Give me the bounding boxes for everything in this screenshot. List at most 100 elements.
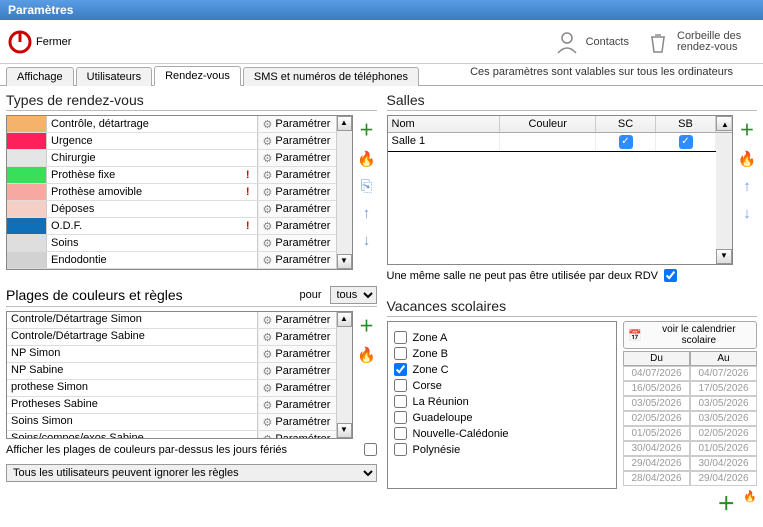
scroll-up-icon[interactable]: ▲: [337, 116, 352, 131]
plages-scrollbar[interactable]: ▲ ▼: [336, 312, 352, 438]
type-row[interactable]: Prothèse fixe!⚙Paramétrer: [7, 167, 336, 184]
salle-sb-checkbox[interactable]: ✓: [656, 133, 716, 151]
zone-item[interactable]: Corse: [394, 379, 611, 392]
param-button[interactable]: ⚙Paramétrer: [258, 380, 336, 396]
param-button[interactable]: ⚙Paramétrer: [258, 329, 336, 345]
type-color-chip[interactable]: [7, 252, 47, 268]
param-button[interactable]: ⚙Paramétrer: [258, 116, 336, 132]
plage-row[interactable]: NP Sabine⚙Paramétrer: [7, 363, 336, 380]
type-row[interactable]: Chirurgie⚙Paramétrer: [7, 150, 336, 167]
types-scrollbar[interactable]: ▲ ▼: [336, 116, 352, 269]
salle-couleur[interactable]: [500, 133, 596, 151]
plage-row[interactable]: Protheses Sabine⚙Paramétrer: [7, 397, 336, 414]
types-up-button[interactable]: ↑: [363, 205, 371, 222]
param-button[interactable]: ⚙Paramétrer: [258, 201, 336, 217]
type-row[interactable]: Soins⚙Paramétrer: [7, 235, 336, 252]
salles-col-sb[interactable]: SB: [656, 116, 716, 132]
date-au-input[interactable]: [690, 471, 757, 486]
type-color-chip[interactable]: [7, 133, 47, 149]
type-row[interactable]: Prothèse amovible!⚙Paramétrer: [7, 184, 336, 201]
plage-row[interactable]: prothese Simon⚙Paramétrer: [7, 380, 336, 397]
vacances-delete-button[interactable]: 🔥: [743, 490, 757, 516]
type-color-chip[interactable]: [7, 235, 47, 251]
param-button[interactable]: ⚙Paramétrer: [258, 431, 336, 439]
date-du-input[interactable]: [623, 441, 690, 456]
param-button[interactable]: ⚙Paramétrer: [258, 312, 336, 328]
plage-row[interactable]: Soins/compos/exos Sabine⚙Paramétrer: [7, 431, 336, 439]
plages-pour-select[interactable]: tous: [330, 286, 377, 304]
zone-item[interactable]: Nouvelle-Calédonie: [394, 427, 611, 440]
param-button[interactable]: ⚙Paramétrer: [258, 235, 336, 251]
zone-checkbox[interactable]: [394, 347, 407, 360]
date-du-input[interactable]: [623, 366, 690, 381]
scroll-down-icon[interactable]: ▼: [716, 249, 732, 264]
date-au-input[interactable]: [690, 441, 757, 456]
param-button[interactable]: ⚙Paramétrer: [258, 252, 336, 268]
calendar-button[interactable]: 📅 voir le calendrier scolaire: [623, 321, 757, 349]
date-au-input[interactable]: [690, 411, 757, 426]
zone-checkbox[interactable]: [394, 411, 407, 424]
type-row[interactable]: Urgence⚙Paramétrer: [7, 133, 336, 150]
salles-note-checkbox[interactable]: [664, 269, 677, 282]
param-button[interactable]: ⚙Paramétrer: [258, 363, 336, 379]
date-du-input[interactable]: [623, 381, 690, 396]
type-row[interactable]: Contrôle, détartrage⚙Paramétrer: [7, 116, 336, 133]
contacts-button[interactable]: Contacts: [546, 29, 637, 55]
type-color-chip[interactable]: [7, 201, 47, 217]
date-du-input[interactable]: [623, 411, 690, 426]
zone-checkbox[interactable]: [394, 331, 407, 344]
zone-item[interactable]: Zone A: [394, 331, 611, 344]
date-au-input[interactable]: [690, 396, 757, 411]
tab-rendez-vous[interactable]: Rendez-vous: [154, 66, 241, 86]
tab-utilisateurs[interactable]: Utilisateurs: [76, 67, 152, 86]
scroll-up-icon[interactable]: ▲: [716, 116, 732, 131]
zone-checkbox[interactable]: [394, 379, 407, 392]
zone-item[interactable]: Guadeloupe: [394, 411, 611, 424]
scroll-up-icon[interactable]: ▲: [337, 312, 352, 327]
param-button[interactable]: ⚙Paramétrer: [258, 397, 336, 413]
plages-rules-select[interactable]: Tous les utilisateurs peuvent ignorer le…: [6, 464, 377, 482]
salles-delete-button[interactable]: 🔥: [738, 150, 757, 168]
zone-item[interactable]: Polynésie: [394, 443, 611, 456]
salles-col-couleur[interactable]: Couleur: [500, 116, 596, 132]
salles-down-button[interactable]: ↓: [743, 205, 751, 222]
plages-feries-checkbox[interactable]: [364, 443, 377, 456]
scroll-down-icon[interactable]: ▼: [337, 254, 352, 269]
date-au-input[interactable]: [690, 456, 757, 471]
type-row[interactable]: Déposes⚙Paramétrer: [7, 201, 336, 218]
param-button[interactable]: ⚙Paramétrer: [258, 218, 336, 234]
type-color-chip[interactable]: [7, 184, 47, 200]
type-color-chip[interactable]: [7, 116, 47, 132]
date-du-input[interactable]: [623, 456, 690, 471]
type-row[interactable]: O.D.F.!⚙Paramétrer: [7, 218, 336, 235]
zone-checkbox[interactable]: [394, 395, 407, 408]
date-au-input[interactable]: [690, 426, 757, 441]
plage-row[interactable]: NP Simon⚙Paramétrer: [7, 346, 336, 363]
date-du-input[interactable]: [623, 471, 690, 486]
date-au-input[interactable]: [690, 366, 757, 381]
param-button[interactable]: ⚙Paramétrer: [258, 150, 336, 166]
zone-item[interactable]: Zone B: [394, 347, 611, 360]
param-button[interactable]: ⚙Paramétrer: [258, 346, 336, 362]
plage-row[interactable]: Soins Simon⚙Paramétrer: [7, 414, 336, 431]
date-du-input[interactable]: [623, 426, 690, 441]
zone-checkbox[interactable]: [394, 363, 407, 376]
type-color-chip[interactable]: [7, 167, 47, 183]
type-color-chip[interactable]: [7, 218, 47, 234]
tab-affichage[interactable]: Affichage: [6, 67, 74, 86]
zone-item[interactable]: La Réunion: [394, 395, 611, 408]
types-delete-button[interactable]: 🔥: [357, 150, 376, 168]
zone-checkbox[interactable]: [394, 443, 407, 456]
param-button[interactable]: ⚙Paramétrer: [258, 167, 336, 183]
vacances-add-button[interactable]: ＋: [717, 490, 735, 516]
plages-add-button[interactable]: ＋: [359, 315, 374, 336]
trash-button[interactable]: Corbeille des rendez-vous: [637, 29, 755, 55]
date-au-input[interactable]: [690, 381, 757, 396]
zone-checkbox[interactable]: [394, 427, 407, 440]
param-button[interactable]: ⚙Paramétrer: [258, 133, 336, 149]
salles-scrollbar[interactable]: ▼: [716, 133, 732, 264]
types-add-button[interactable]: ＋: [359, 119, 374, 140]
salle-sc-checkbox[interactable]: ✓: [596, 133, 656, 151]
date-du-input[interactable]: [623, 396, 690, 411]
type-color-chip[interactable]: [7, 150, 47, 166]
